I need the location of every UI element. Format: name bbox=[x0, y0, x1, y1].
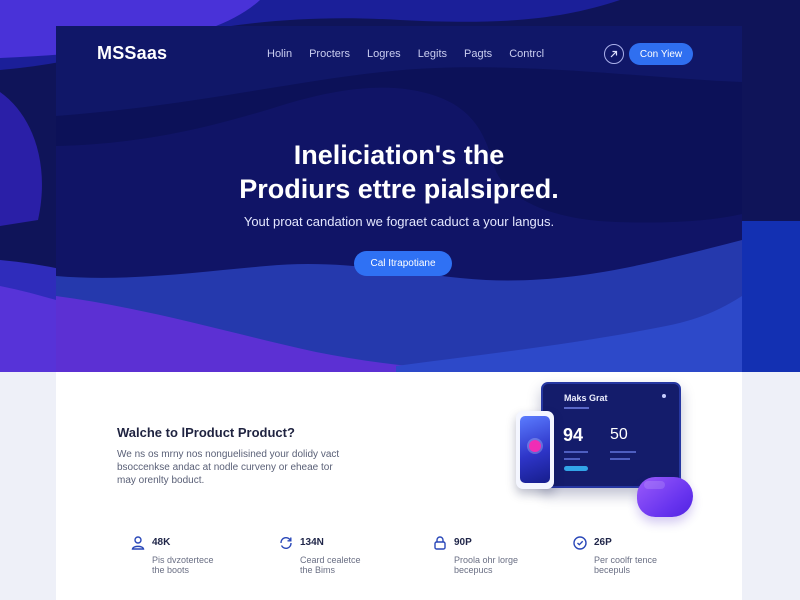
stat-label: Pis dvzotertece the boots bbox=[152, 555, 214, 575]
stat-label-line-2: the boots bbox=[152, 565, 190, 575]
3d-blob-decoration bbox=[637, 477, 693, 517]
nav-link-logs[interactable]: Logres bbox=[367, 48, 401, 60]
welcome-body-line-1: We ns os mrny nos nonguelisined your dol… bbox=[117, 449, 340, 460]
hero-headline-line-2: Prodiurs ettre pialsipred. bbox=[239, 174, 559, 204]
stat-value: 26P bbox=[594, 537, 612, 548]
tablet-subtitle-line bbox=[564, 407, 589, 409]
tablet-mockup: Maks Grat 94 50 bbox=[541, 382, 681, 488]
refresh-icon bbox=[278, 535, 294, 551]
nav-links: Holin Procters Logres Legits Pagts Contr… bbox=[267, 48, 544, 60]
stat-value: 134N bbox=[300, 537, 324, 548]
welcome-section: Walche to lProduct Product? We ns os mrn… bbox=[56, 372, 742, 600]
stats-row: 48K Pis dvzotertece the boots 134N Ceard bbox=[130, 535, 730, 575]
tablet-line-2 bbox=[610, 451, 636, 453]
stat-label-line-2: becepuls bbox=[594, 565, 631, 575]
stat-item: 26P Per coolfr tence becepuls bbox=[572, 535, 682, 575]
stat-item: 134N Ceard cealetce the Bims bbox=[278, 535, 388, 575]
stat-label-line-1: Proola ohr lorge bbox=[454, 555, 519, 565]
tablet-title: Maks Grat bbox=[564, 393, 608, 403]
stat-label: Ceard cealetce the Bims bbox=[300, 555, 361, 575]
nav-link-legal[interactable]: Legits bbox=[418, 48, 447, 60]
tablet-line-3 bbox=[564, 458, 580, 460]
phone-mockup bbox=[516, 411, 554, 489]
stat-label: Proola ohr lorge becepucs bbox=[454, 555, 518, 575]
stat-value: 48K bbox=[152, 537, 171, 548]
brand-logo[interactable]: MSSaas bbox=[97, 43, 167, 64]
welcome-title: Walche to lProduct Product? bbox=[117, 425, 295, 440]
tablet-accent-bar bbox=[564, 466, 588, 471]
nav-link-home[interactable]: Holin bbox=[267, 48, 292, 60]
hero-headline-line-1: Ineliciation's the bbox=[293, 140, 505, 170]
product-mockup: Maks Grat 94 50 bbox=[504, 382, 719, 527]
tablet-metric-primary: 94 bbox=[563, 425, 584, 445]
stat-value: 90P bbox=[454, 537, 472, 548]
hero-subheadline: Yout proat candation we fograet caduct a… bbox=[243, 214, 555, 229]
nav-cta-button[interactable]: Con Yiew bbox=[629, 43, 693, 65]
tablet-menu-dot bbox=[662, 394, 666, 398]
welcome-body-line-2: bsoccenkse andac at nodle curveny or ehe… bbox=[117, 462, 333, 473]
alert-badge bbox=[529, 440, 541, 452]
stat-label: Per coolfr tence becepuls bbox=[594, 555, 657, 575]
landing-page: MSSaas Holin Procters Logres Legits Pagt… bbox=[56, 26, 742, 600]
account-icon[interactable] bbox=[604, 44, 624, 64]
stat-label-line-1: Per coolfr tence bbox=[594, 555, 658, 565]
hero-section: MSSaas Holin Procters Logres Legits Pagt… bbox=[56, 26, 742, 372]
hero-headline: Ineliciation's the Prodiurs ettre pialsi… bbox=[56, 138, 742, 206]
tablet-line-1 bbox=[564, 451, 588, 453]
phone-screen bbox=[520, 416, 550, 483]
nav-link-products[interactable]: Procters bbox=[309, 48, 350, 60]
stat-label-line-1: Ceard cealetce bbox=[300, 555, 361, 565]
tablet-metric-secondary: 50 bbox=[610, 426, 628, 443]
stat-label-line-2: becepucs bbox=[454, 565, 493, 575]
stat-item: 90P Proola ohr lorge becepucs bbox=[432, 535, 542, 575]
tablet-line-4 bbox=[610, 458, 630, 460]
stat-item: 48K Pis dvzotertece the boots bbox=[130, 535, 240, 575]
person-icon bbox=[130, 535, 146, 551]
stat-label-line-1: Pis dvzotertece bbox=[152, 555, 214, 565]
blob-highlight bbox=[644, 481, 665, 489]
nav-link-pages[interactable]: Pagts bbox=[464, 48, 492, 60]
lock-icon bbox=[432, 535, 448, 551]
welcome-body: We ns os mrny nos nonguelisined your dol… bbox=[117, 448, 377, 487]
shield-icon bbox=[572, 535, 588, 551]
hero-cta-button[interactable]: Cal Itrapotiane bbox=[354, 251, 452, 276]
welcome-body-line-3: may orenlty boduct. bbox=[117, 475, 205, 486]
nav-link-contact[interactable]: Contrcl bbox=[509, 48, 544, 60]
stat-label-line-2: the Bims bbox=[300, 565, 336, 575]
top-nav: MSSaas Holin Procters Logres Legits Pagt… bbox=[56, 26, 742, 82]
background-wave-strip bbox=[742, 221, 800, 372]
